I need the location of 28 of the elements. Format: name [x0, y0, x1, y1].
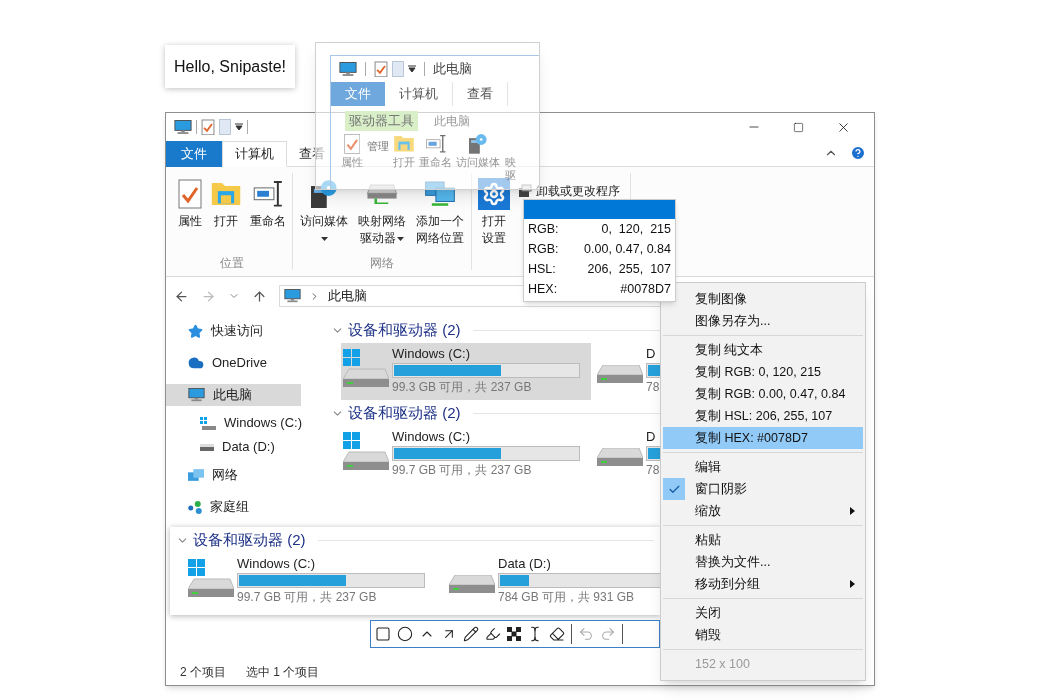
drive-name: Windows (C:)	[392, 428, 471, 446]
color-label: RGB:	[528, 240, 559, 258]
color-value: 206, 255, 107	[587, 260, 671, 278]
drive-name: Windows (C:)	[237, 555, 316, 573]
drive-info: 99.7 GB 可用，共 237 GB	[237, 589, 378, 606]
drive-name: D	[646, 428, 657, 446]
color-label: RGB:	[528, 220, 559, 238]
snip-text: Hello, Snipaste!	[173, 56, 287, 77]
status-text: 选中 1 个项目	[246, 664, 320, 681]
color-value: 0, 120, 215	[601, 220, 671, 238]
color-label: HEX:	[528, 280, 558, 298]
ribbon-group-label: 位置	[219, 255, 245, 270]
context-title: 此电脑	[434, 113, 470, 130]
ribbon-group-label: 网络	[369, 255, 395, 270]
color-value: #0078D7	[620, 280, 671, 298]
drive-name: Windows (C:)	[392, 345, 471, 363]
color-value: 0.00, 0.47, 0.84	[584, 240, 671, 258]
context-action: 管理	[367, 139, 389, 154]
color-label: HSL:	[528, 260, 556, 278]
drive-info: 99.7 GB 可用，共 237 GB	[392, 462, 533, 479]
status-text: 2 个项目	[180, 664, 226, 681]
drive-name: Data (D:)	[498, 555, 552, 573]
drive-info: 784 GB 可用，共 931 GB	[498, 589, 636, 606]
drive-info: 78	[646, 379, 661, 396]
window-title: 此电脑	[433, 60, 472, 78]
drive-info: 99.3 GB 可用，共 237 GB	[392, 379, 533, 396]
drive-info: 78	[646, 462, 661, 479]
drive-name: D	[646, 345, 657, 363]
